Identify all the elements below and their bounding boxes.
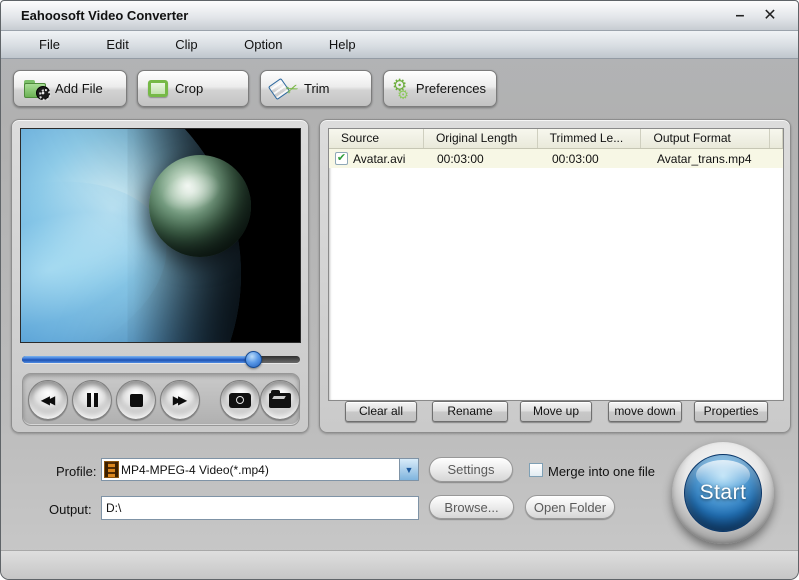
folder-icon xyxy=(269,389,291,408)
fast-forward-button[interactable]: ▶▶ xyxy=(160,380,200,420)
start-button[interactable]: Start xyxy=(672,442,774,544)
file-list: Source Original Length Trimmed Le... Out… xyxy=(328,128,784,401)
trim-label: Trim xyxy=(304,81,330,96)
clear-all-button[interactable]: Clear all xyxy=(345,401,417,422)
menu-help[interactable]: Help xyxy=(308,31,377,58)
column-output-format[interactable]: Output Format xyxy=(641,129,770,148)
row-trimmed-length: 00:03:00 xyxy=(552,151,599,166)
column-original-length[interactable]: Original Length xyxy=(424,129,538,148)
snapshot-button[interactable] xyxy=(220,380,260,420)
profile-select[interactable]: MP4-MPEG-4 Video(*.mp4) ▼ xyxy=(101,458,419,481)
stop-button[interactable] xyxy=(116,380,156,420)
menu-option[interactable]: Option xyxy=(223,31,303,58)
playback-controls: ◀◀ ▶▶ xyxy=(22,373,300,426)
window-title: Eahoosoft Video Converter xyxy=(21,8,189,23)
output-path-field[interactable] xyxy=(101,496,419,520)
scissors-icon: ✂ xyxy=(284,78,302,100)
gear-icon: ⚙ ⚙ xyxy=(392,75,409,102)
menu-clip[interactable]: Clip xyxy=(154,31,218,58)
column-trimmed-length[interactable]: Trimmed Le... xyxy=(538,129,642,148)
settings-button[interactable]: Settings xyxy=(429,457,513,482)
add-file-button[interactable]: Add File xyxy=(13,70,127,107)
stop-icon xyxy=(129,393,143,407)
minimize-icon[interactable]: – xyxy=(728,5,752,27)
app-window: Eahoosoft Video Converter – ✕ File Edit … xyxy=(0,0,799,580)
rewind-button[interactable]: ◀◀ xyxy=(28,380,68,420)
open-folder-button[interactable]: Open Folder xyxy=(525,495,615,519)
menu-bar: File Edit Clip Option Help xyxy=(1,31,798,59)
table-row[interactable]: ✔ Avatar.avi 00:03:00 00:03:00 Avatar_tr… xyxy=(329,149,783,168)
move-down-button[interactable]: move down xyxy=(608,401,682,422)
seek-fill xyxy=(22,356,253,363)
seek-thumb[interactable] xyxy=(244,351,262,368)
add-file-label: Add File xyxy=(55,81,103,96)
profile-label: Profile: xyxy=(56,464,97,479)
row-checkbox[interactable]: ✔ xyxy=(335,152,348,165)
title-bar: Eahoosoft Video Converter – ✕ xyxy=(1,1,798,31)
preferences-label: Preferences xyxy=(415,81,486,96)
move-up-button[interactable]: Move up xyxy=(520,401,592,422)
properties-button[interactable]: Properties xyxy=(694,401,768,422)
output-label: Output: xyxy=(49,502,92,517)
chevron-down-icon[interactable]: ▼ xyxy=(399,459,418,480)
seek-slider[interactable] xyxy=(22,351,300,368)
film-strip-icon xyxy=(104,461,119,478)
pause-button[interactable] xyxy=(72,380,112,420)
profile-value: MP4-MPEG-4 Video(*.mp4) xyxy=(121,462,269,477)
close-icon[interactable]: ✕ xyxy=(758,5,782,27)
crop-label: Crop xyxy=(175,81,204,96)
video-preview xyxy=(20,128,301,343)
browse-button[interactable]: Browse... xyxy=(429,495,514,519)
crop-icon xyxy=(148,80,168,97)
rewind-icon: ◀◀ xyxy=(40,393,56,407)
row-output-format: Avatar_trans.mp4 xyxy=(657,151,752,166)
crop-button[interactable]: Crop xyxy=(137,70,249,107)
menu-file[interactable]: File xyxy=(18,31,81,58)
start-label: Start xyxy=(699,481,747,504)
preferences-button[interactable]: ⚙ ⚙ Preferences xyxy=(383,70,497,107)
row-source: Avatar.avi xyxy=(353,151,406,166)
merge-label: Merge into one file xyxy=(548,464,655,479)
snapshot-folder-button[interactable] xyxy=(260,380,300,420)
row-original-length: 00:03:00 xyxy=(437,151,484,166)
add-file-icon xyxy=(24,79,51,101)
trim-button[interactable]: ✂ Trim xyxy=(260,70,372,107)
file-list-header: Source Original Length Trimmed Le... Out… xyxy=(329,129,783,149)
camera-icon xyxy=(229,392,251,408)
menu-edit[interactable]: Edit xyxy=(85,31,149,58)
trim-icon: ✂ xyxy=(267,77,302,100)
rename-button[interactable]: Rename xyxy=(432,401,508,422)
merge-checkbox[interactable] xyxy=(529,463,543,477)
column-source[interactable]: Source xyxy=(329,129,424,148)
pause-icon xyxy=(86,393,98,407)
preview-panel: ◀◀ ▶▶ xyxy=(11,119,309,433)
file-list-panel: Source Original Length Trimmed Le... Out… xyxy=(319,119,791,433)
moon-image xyxy=(149,155,251,257)
fast-forward-icon: ▶▶ xyxy=(172,393,188,407)
status-bar xyxy=(1,550,798,579)
